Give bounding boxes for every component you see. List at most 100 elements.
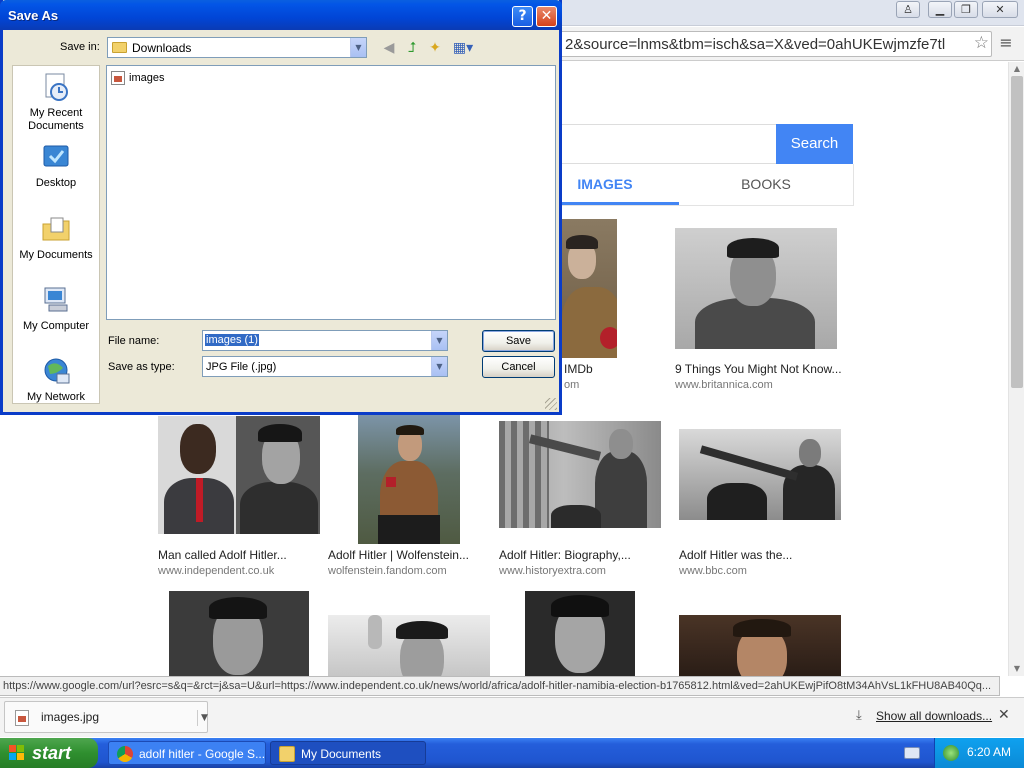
address-bar[interactable]: 2&source=lnms&tbm=isch&sa=X&ved=0ahUKEwj… xyxy=(560,31,992,57)
search-tabs: IMAGES BOOKS xyxy=(530,164,854,206)
place-my-documents[interactable]: My Documents xyxy=(13,214,99,266)
result-source[interactable]: www.britannica.com xyxy=(675,379,773,391)
result-image-wolfenstein[interactable] xyxy=(358,415,460,544)
resize-grip[interactable] xyxy=(545,398,557,410)
folder-icon xyxy=(279,746,295,762)
show-all-downloads-link[interactable]: Show all downloads... xyxy=(876,709,992,723)
keyboard-icon[interactable] xyxy=(904,747,920,759)
result-source[interactable]: wolfenstein.fandom.com xyxy=(328,565,447,577)
taskbar-item-label: My Documents xyxy=(301,747,382,761)
result-image-row3-2[interactable] xyxy=(328,615,490,676)
result-image-row3-3[interactable] xyxy=(525,591,635,676)
result-title[interactable]: 9 Things You Might Not Know... xyxy=(675,362,842,376)
result-title[interactable]: Adolf Hitler was the... xyxy=(679,548,792,562)
result-title[interactable]: IMDb xyxy=(564,362,593,376)
close-icon[interactable]: ✕ xyxy=(998,707,1010,723)
result-image-row3-4[interactable] xyxy=(679,615,841,676)
desktop-icon xyxy=(43,145,69,167)
save-in-label: Save in: xyxy=(60,41,100,53)
system-tray: 6:20 AM xyxy=(934,738,1024,768)
place-label: My Recent Documents xyxy=(28,107,84,132)
windows-logo-icon xyxy=(9,745,25,761)
back-arrow-icon[interactable]: ◀ xyxy=(380,39,398,57)
start-label: start xyxy=(32,743,72,763)
bookmark-star-icon[interactable]: ☆ xyxy=(974,33,989,53)
result-image-imdb[interactable] xyxy=(560,219,617,358)
restore-button[interactable]: ❐ xyxy=(954,1,978,18)
place-label: My Computer xyxy=(22,320,90,332)
status-bar-url: https://www.google.com/url?esrc=s&q=&rct… xyxy=(0,676,1000,696)
result-title[interactable]: Man called Adolf Hitler... xyxy=(158,548,287,562)
scroll-down-icon[interactable]: ▼ xyxy=(1009,662,1024,676)
dialog-titlebar[interactable]: Save As ? ✕ xyxy=(0,0,562,30)
search-input[interactable] xyxy=(530,124,776,164)
save-as-dialog: Save As ? ✕ Save in: Downloads ▼ ◀ ⮥ ✦ ▦… xyxy=(0,0,562,415)
new-folder-icon[interactable]: ✦ xyxy=(426,39,444,57)
file-name-value[interactable]: images (1) xyxy=(205,334,259,346)
file-name-label: File name: xyxy=(108,335,160,347)
taskbar: start adolf hitler - Google S... My Docu… xyxy=(0,738,1024,768)
download-shelf: images.jpg ▼ ⤓ Show all downloads... ✕ xyxy=(0,697,1024,737)
save-as-type-label: Save as type: xyxy=(108,361,175,373)
chevron-down-icon[interactable]: ▼ xyxy=(431,331,447,350)
save-button[interactable]: Save xyxy=(482,330,555,352)
search-button[interactable]: Search xyxy=(776,124,853,164)
save-in-dropdown[interactable]: Downloads ▼ xyxy=(107,37,367,58)
up-folder-icon[interactable]: ⮥ xyxy=(403,39,421,57)
place-label: My Documents xyxy=(19,249,93,261)
download-arrow-icon: ⤓ xyxy=(856,708,862,723)
save-as-type-select[interactable]: JPG File (.jpg) ▼ xyxy=(202,356,448,377)
start-button[interactable]: start xyxy=(0,738,98,768)
file-item-name: images xyxy=(129,72,165,84)
close-icon[interactable]: ✕ xyxy=(536,6,557,27)
result-source[interactable]: www.independent.co.uk xyxy=(158,565,274,577)
result-image-row3-1[interactable] xyxy=(169,591,309,676)
result-image-independent[interactable] xyxy=(158,416,320,534)
place-desktop[interactable]: Desktop xyxy=(13,143,99,195)
save-in-value: Downloads xyxy=(132,41,192,55)
chevron-down-icon[interactable]: ▼ xyxy=(431,357,447,376)
place-label: Desktop xyxy=(35,177,77,189)
browser-close-button[interactable]: ✕ xyxy=(982,1,1018,18)
my-computer-icon xyxy=(44,287,68,312)
scroll-up-icon[interactable]: ▲ xyxy=(1009,62,1024,76)
taskbar-item-chrome[interactable]: adolf hitler - Google S... xyxy=(108,741,266,765)
view-menu-icon[interactable]: ▦▾ xyxy=(451,39,475,57)
recent-documents-icon xyxy=(45,73,68,101)
download-item[interactable]: images.jpg ▼ xyxy=(4,701,208,733)
taskbar-item-label: adolf hitler - Google S... xyxy=(139,747,266,761)
chevron-down-icon[interactable]: ▼ xyxy=(197,710,208,726)
tab-books[interactable]: BOOKS xyxy=(701,164,831,205)
place-my-recent-documents[interactable]: My Recent Documents xyxy=(13,72,99,134)
place-label: My Network xyxy=(26,391,86,403)
file-name-input[interactable]: images (1) ▼ xyxy=(202,330,448,351)
result-title[interactable]: Adolf Hitler: Biography,... xyxy=(499,548,631,562)
result-title[interactable]: Adolf Hitler | Wolfenstein... xyxy=(328,548,469,562)
place-my-computer[interactable]: My Computer xyxy=(13,285,99,337)
result-source[interactable]: www.bbc.com xyxy=(679,565,747,577)
clock[interactable]: 6:20 AM xyxy=(967,745,1011,759)
jpg-file-icon xyxy=(15,710,29,726)
taskbar-item-my-documents[interactable]: My Documents xyxy=(270,741,426,765)
chevron-down-icon[interactable]: ▼ xyxy=(350,38,366,57)
scroll-thumb[interactable] xyxy=(1011,76,1023,388)
chrome-icon xyxy=(117,746,133,762)
chrome-menu-icon[interactable]: ≡ xyxy=(998,33,1014,53)
address-text[interactable]: 2&source=lnms&tbm=isch&sa=X&ved=0ahUKEwj… xyxy=(565,36,965,53)
result-source[interactable]: www.historyextra.com xyxy=(499,565,606,577)
page-scrollbar[interactable]: ▲ ▼ xyxy=(1008,62,1024,676)
my-network-icon xyxy=(44,358,70,384)
result-image-britannica[interactable] xyxy=(675,228,837,349)
minimize-button[interactable]: ▁ xyxy=(928,1,952,18)
file-list[interactable]: images xyxy=(106,65,556,320)
network-icon[interactable] xyxy=(943,745,959,761)
save-as-type-value: JPG File (.jpg) xyxy=(206,361,277,373)
user-profile-button[interactable]: ♙ xyxy=(896,1,920,18)
result-source[interactable]: om xyxy=(564,379,579,391)
cancel-button[interactable]: Cancel xyxy=(482,356,555,378)
result-image-bbc[interactable] xyxy=(679,429,841,520)
help-icon[interactable]: ? xyxy=(512,6,533,27)
place-my-network[interactable]: My Network xyxy=(13,356,99,404)
dialog-title: Save As xyxy=(8,8,59,23)
result-image-historyextra[interactable] xyxy=(499,421,661,528)
